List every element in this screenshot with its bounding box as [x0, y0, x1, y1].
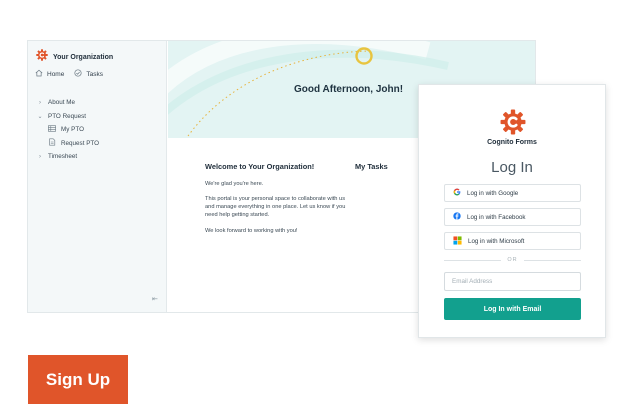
google-login-button[interactable]: Log in with Google	[444, 184, 581, 202]
microsoft-icon	[453, 235, 462, 247]
org-name: Your Organization	[53, 53, 114, 61]
nav-home[interactable]: Home	[35, 69, 64, 79]
google-icon	[453, 188, 461, 198]
facebook-login-label: Log in with Facebook	[467, 213, 526, 221]
org-header[interactable]: Your Organization	[36, 48, 113, 66]
table-icon	[48, 125, 56, 134]
nav-tasks[interactable]: Tasks	[74, 69, 103, 79]
microsoft-login-label: Log in with Microsoft	[468, 237, 525, 245]
sidebar-item-about-me[interactable]: › About Me	[37, 96, 99, 110]
sidebar-item-timesheet[interactable]: › Timesheet	[37, 150, 99, 164]
sidebar-item-label: About Me	[48, 99, 75, 107]
welcome-paragraph: We're glad you're here.	[205, 181, 264, 187]
top-nav: Home Tasks	[35, 69, 103, 79]
sidebar-item-pto-request[interactable]: ⌄ PTO Request	[37, 110, 99, 124]
sidebar-item-label: Timesheet	[48, 153, 78, 161]
divider-line	[444, 259, 502, 261]
login-title: Log In	[491, 159, 533, 176]
google-login-label: Log in with Google	[467, 189, 519, 197]
welcome-heading: Welcome to Your Organization!	[205, 162, 315, 171]
sidebar-item-request-pto[interactable]: Request PTO	[37, 137, 99, 151]
chevron-right-icon: ›	[39, 99, 41, 106]
or-label: OR	[507, 257, 518, 263]
org-logo-icon	[36, 48, 48, 66]
nav-tasks-label: Tasks	[86, 70, 103, 78]
nav-home-label: Home	[47, 70, 65, 78]
facebook-icon	[453, 212, 461, 222]
home-icon	[35, 69, 43, 79]
tasks-heading: My Tasks	[355, 162, 388, 171]
divider-line	[523, 259, 581, 261]
sidebar: Your Organization Home Tasks › About Me	[28, 41, 167, 312]
collapse-sidebar-icon[interactable]: ⇤	[152, 295, 158, 303]
welcome-paragraph: This portal is your personal space to co…	[205, 196, 346, 218]
form-icon	[48, 138, 56, 148]
nav-tree: › About Me ⌄ PTO Request My PTO Request …	[37, 96, 99, 164]
brand-name: Cognito Forms	[487, 139, 537, 146]
chevron-down-icon: ⌄	[37, 113, 43, 120]
chevron-right-icon: ›	[39, 153, 41, 160]
email-field[interactable]	[444, 272, 581, 291]
facebook-login-button[interactable]: Log in with Facebook	[444, 208, 581, 226]
cognito-logo-icon	[500, 109, 526, 140]
sidebar-item-label: Request PTO	[61, 139, 100, 147]
sidebar-item-label: My PTO	[61, 126, 84, 134]
login-card: Cognito Forms Log In Log in with Google …	[418, 84, 606, 338]
sidebar-item-my-pto[interactable]: My PTO	[37, 123, 99, 137]
or-divider: OR	[444, 257, 581, 263]
sign-up-button[interactable]: Sign Up	[28, 355, 128, 404]
sidebar-item-label: PTO Request	[48, 112, 87, 120]
microsoft-login-button[interactable]: Log in with Microsoft	[444, 232, 581, 250]
greeting-heading: Good Afternoon, John!	[294, 84, 404, 95]
welcome-paragraph: We look forward to working with you!	[205, 228, 298, 234]
check-circle-icon	[74, 69, 82, 79]
login-with-email-button[interactable]: Log In with Email	[444, 298, 581, 320]
